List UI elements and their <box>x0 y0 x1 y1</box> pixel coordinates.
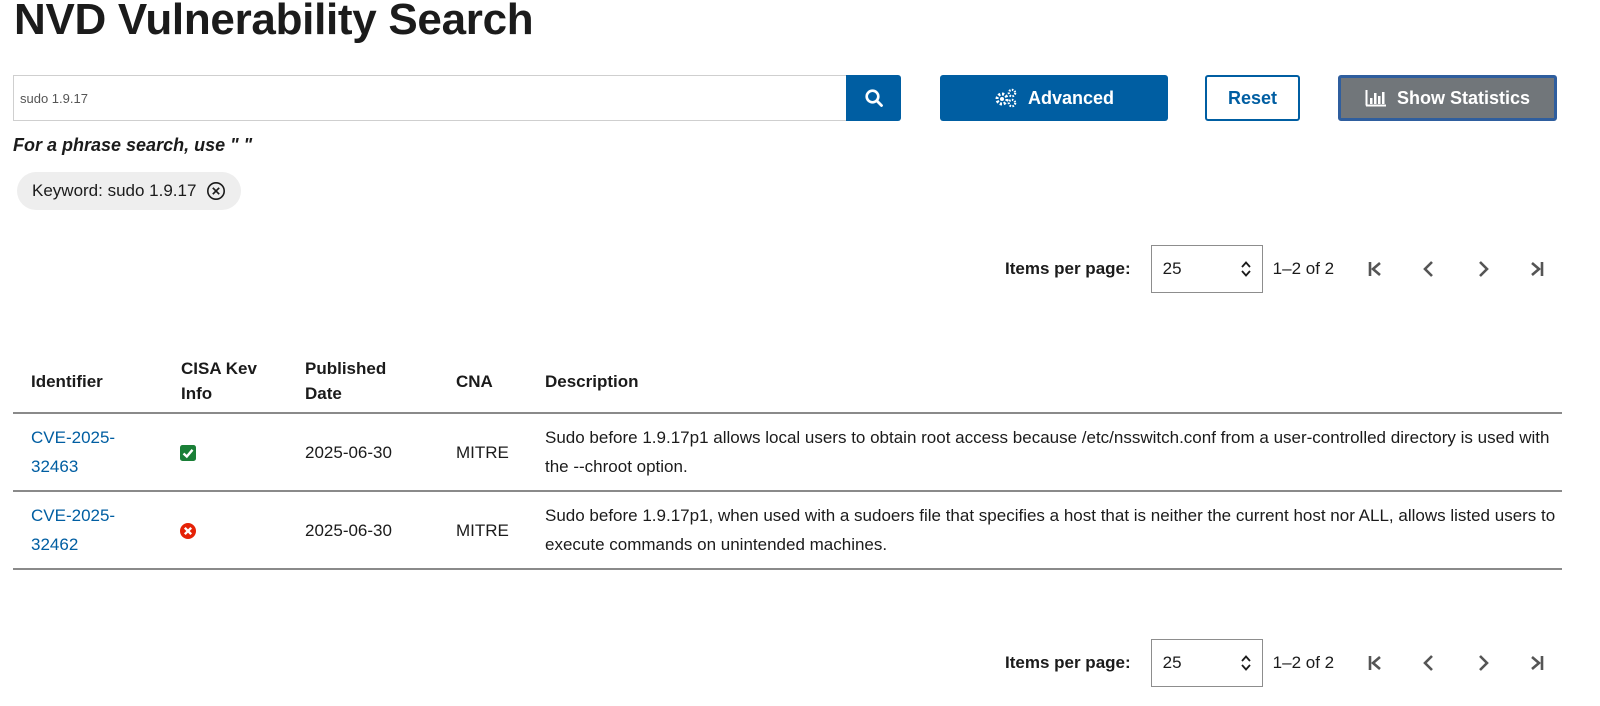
statistics-label: Show Statistics <box>1396 87 1531 108</box>
page-range: 1–2 of 2 <box>1272 259 1335 278</box>
items-per-page-label: Items per page: <box>1005 259 1131 278</box>
cell-kev <box>163 413 287 492</box>
header-published-date: Published Date <box>287 348 438 414</box>
updown-arrows-icon <box>1240 261 1251 277</box>
chevron-right-icon[interactable] <box>1456 643 1510 683</box>
page-title: NVD Vulnerability Search <box>14 0 534 44</box>
items-per-page-value: 25 <box>1162 259 1182 278</box>
advanced-search-button[interactable]: Advanced <box>940 75 1168 121</box>
close-circle-icon[interactable] <box>206 181 226 201</box>
search-icon <box>864 89 883 107</box>
keyword-filter-chip: Keyword: sudo 1.9.17 <box>17 172 242 210</box>
items-per-page-value: 25 <box>1162 653 1182 672</box>
header-identifier: Identifier <box>13 348 163 414</box>
search-input[interactable] <box>13 75 847 121</box>
items-per-page-select[interactable]: 25 <box>1150 639 1263 687</box>
phrase-search-hint: For a phrase search, use " " <box>13 135 253 155</box>
keyword-chip-label: Keyword: sudo 1.9.17 <box>32 181 197 200</box>
header-cna: CNA <box>438 348 527 414</box>
cell-identifier: CVE-2025-32462 <box>13 491 163 570</box>
cell-cna: MITRE <box>438 413 527 492</box>
chevron-right-icon[interactable] <box>1456 249 1510 289</box>
chevron-left-icon[interactable] <box>1402 249 1456 289</box>
check-square-icon <box>180 445 196 462</box>
cell-identifier: CVE-2025-32463 <box>13 413 163 492</box>
results-table: Identifier CISA Kev Info Published Date … <box>13 348 1562 570</box>
show-statistics-button[interactable]: Show Statistics <box>1338 75 1557 121</box>
items-per-page-select[interactable]: 25 <box>1150 245 1263 293</box>
cell-published-date: 2025-06-30 <box>287 413 438 492</box>
table-row: CVE-2025-32462 2025-06-30 MITRE Sudo bef… <box>13 491 1562 570</box>
pagination-top: Items per page: 25 1–2 of 2 <box>1005 245 1564 293</box>
page-range: 1–2 of 2 <box>1272 653 1335 672</box>
advanced-label: Advanced <box>1027 87 1115 108</box>
header-description: Description <box>527 348 1562 414</box>
x-circle-icon <box>180 523 196 540</box>
first-page-icon[interactable] <box>1348 249 1402 289</box>
reset-label: Reset <box>1227 87 1278 108</box>
items-per-page-label: Items per page: <box>1005 653 1131 672</box>
cve-link[interactable]: CVE-2025-32462 <box>31 501 123 559</box>
table-row: CVE-2025-32463 2025-06-30 MITRE Sudo bef… <box>13 413 1562 492</box>
updown-arrows-icon <box>1240 655 1251 671</box>
reset-button[interactable]: Reset <box>1205 75 1300 121</box>
bar-chart-icon <box>1365 90 1386 107</box>
cve-link[interactable]: CVE-2025-32463 <box>31 423 123 481</box>
header-cisa-kev: CISA Kev Info <box>163 348 287 414</box>
first-page-icon[interactable] <box>1348 643 1402 683</box>
last-page-icon[interactable] <box>1510 249 1564 289</box>
gears-icon <box>995 88 1017 108</box>
chevron-left-icon[interactable] <box>1402 643 1456 683</box>
table-header-row: Identifier CISA Kev Info Published Date … <box>13 348 1562 414</box>
cell-description: Sudo before 1.9.17p1, when used with a s… <box>527 491 1562 570</box>
pagination-bottom: Items per page: 25 1–2 of 2 <box>1005 639 1564 687</box>
search-button[interactable] <box>846 75 901 121</box>
cell-published-date: 2025-06-30 <box>287 491 438 570</box>
cell-description: Sudo before 1.9.17p1 allows local users … <box>527 413 1562 492</box>
last-page-icon[interactable] <box>1510 643 1564 683</box>
cell-cna: MITRE <box>438 491 527 570</box>
cell-kev <box>163 491 287 570</box>
